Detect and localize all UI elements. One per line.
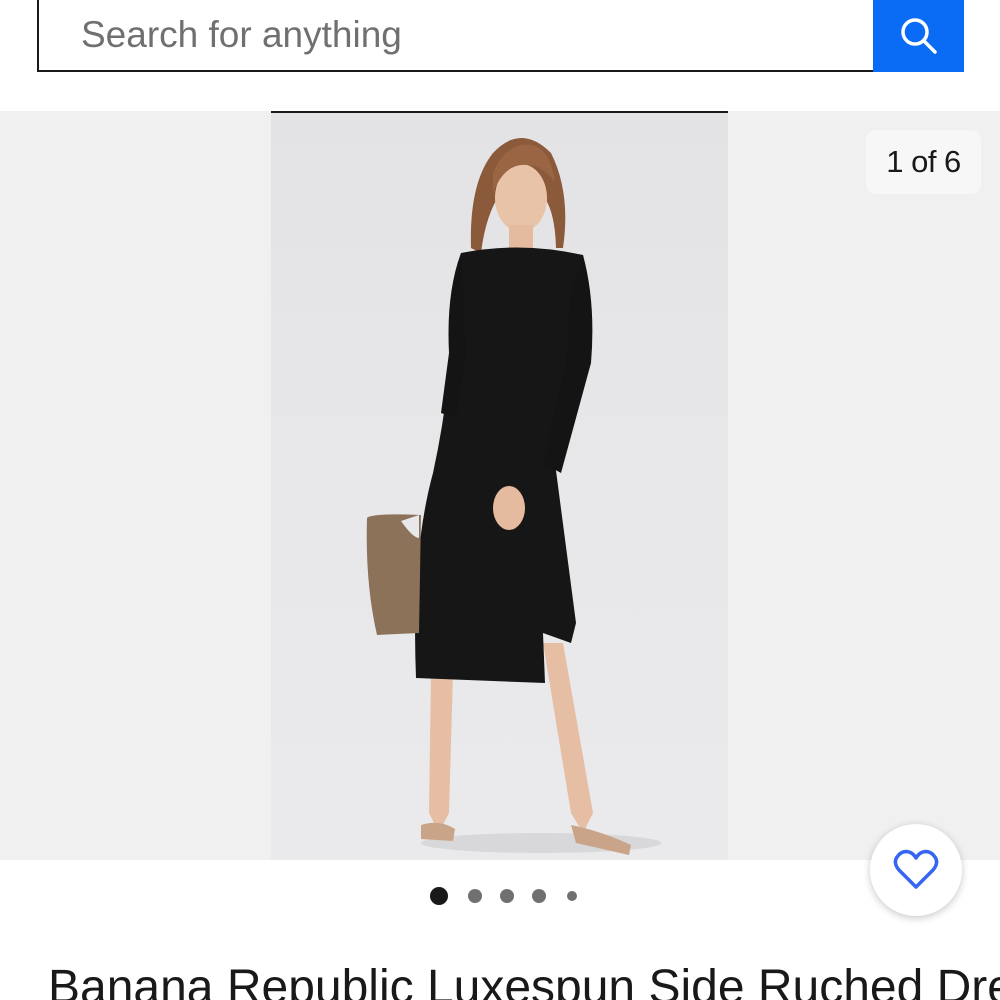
search-icon [900, 18, 937, 54]
carousel-dot-1[interactable] [430, 887, 448, 905]
item-page: 1 of 6 Banana Republic Luxespun Side Ruc… [0, 0, 1000, 1000]
search-input[interactable] [37, 0, 873, 72]
carousel-dot-2[interactable] [468, 889, 482, 903]
carousel-dots [0, 884, 1000, 908]
carousel-dot-3[interactable] [500, 889, 514, 903]
search-bar [37, 0, 964, 72]
heart-icon [893, 849, 939, 889]
item-title: Banana Republic Luxespun Side Ruched Dre… [48, 961, 1000, 1000]
product-photo [366, 138, 661, 855]
search-button[interactable] [873, 0, 964, 72]
product-image[interactable] [271, 111, 728, 860]
watch-button[interactable] [870, 824, 962, 916]
image-counter: 1 of 6 [866, 130, 981, 194]
carousel-dot-5[interactable] [567, 891, 577, 901]
image-gallery: 1 of 6 [0, 111, 1000, 860]
carousel-dot-4[interactable] [532, 889, 546, 903]
